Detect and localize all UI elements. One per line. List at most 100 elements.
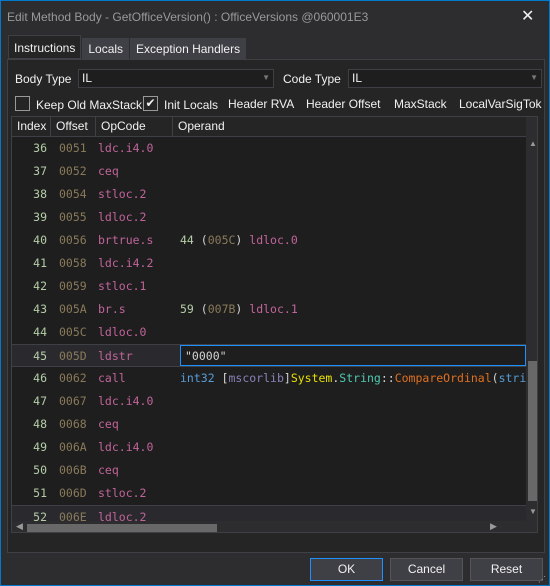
row-index: 47 [33,394,47,408]
window-title: Edit Method Body - GetOfficeVersion() : … [7,10,369,24]
maxstack-label[interactable]: MaxStack [394,97,447,111]
scroll-down-icon[interactable]: ▼ [529,507,537,516]
header-offset-label[interactable]: Header Offset [306,97,380,111]
table-row[interactable]: 50 006B ceq [12,459,526,482]
tab-locals[interactable]: Locals [82,38,130,59]
row-opcode: stloc.2 [98,187,147,201]
row-index: 42 [33,279,47,293]
column-opcode[interactable]: OpCode [96,117,173,137]
row-operand: "0000" [185,349,227,363]
row-opcode: ldloc.2 [98,210,147,224]
checkmark-icon: ✔ [145,96,156,110]
table-row[interactable]: 40 0056 brtrue.s 44 (005C) ldloc.0 [12,229,526,252]
operand-token: ( [200,302,208,316]
row-offset: 005A [59,302,87,316]
row-offset: 0067 [59,394,87,408]
tab-exception-handlers[interactable]: Exception Handlers [130,38,247,59]
row-opcode: stloc.1 [98,279,147,293]
table-row[interactable]: 38 0054 stloc.2 [12,183,526,206]
row-index: 50 [33,463,47,477]
horizontal-scrollbar[interactable]: ◀ ▶ [12,521,526,532]
init-locals-checkbox[interactable]: ✔ [143,96,158,111]
localvarsigtok-label[interactable]: LocalVarSigTok [459,97,542,111]
operand-token: ] [283,371,291,385]
table-row[interactable]: 51 006D stloc.2 [12,482,526,505]
table-row[interactable]: 42 0059 stloc.1 [12,275,526,298]
table-row[interactable]: 36 0051 ldc.i4.0 [12,137,526,160]
operand-token: ( [491,371,499,385]
operand-token: 44 [180,233,201,247]
body-type-label: Body Type [15,72,72,86]
keep-old-maxstack-label: Keep Old MaxStack [36,98,143,112]
table-row[interactable]: 49 006A ldc.i4.0 [12,436,526,459]
row-index: 49 [33,440,47,454]
column-operand[interactable]: Operand [173,117,526,137]
row-offset: 0062 [59,371,87,385]
reset-button[interactable]: Reset [470,558,543,581]
scrollbar-thumb[interactable] [528,361,537,501]
row-operand: 44 (005C) ldloc.0 [180,233,298,247]
tab-instructions[interactable]: Instructions [8,35,82,59]
operand-token: :: [380,371,395,385]
body-type-value: IL [82,71,93,85]
row-index: 37 [33,164,47,178]
row-opcode: ldloc.0 [98,325,147,339]
init-locals-label: Init Locals [164,98,219,112]
operand-token: 007B [207,302,236,316]
scroll-up-icon[interactable]: ▲ [529,139,537,148]
instructions-grid: Index Offset OpCode Operand 36 0051 ldc.i4… [11,116,538,533]
body-type-select[interactable]: IL ▼ [78,69,274,88]
row-offset: 005C [59,325,87,339]
row-operand: int32 [mscorlib]System.String::CompareOr… [180,371,526,385]
table-row[interactable]: 45 005D ldstr "0000" [12,344,526,367]
row-opcode: ldc.i4.0 [98,394,154,408]
table-row[interactable]: 44 005C ldloc.0 [12,321,526,344]
row-opcode: ceq [98,417,119,431]
keep-old-maxstack-checkbox[interactable] [15,96,30,111]
operand-edit-input[interactable]: "0000" [180,345,526,366]
row-offset: 0058 [59,256,87,270]
operand-token: ( [200,233,208,247]
row-opcode: ldc.i4.0 [98,440,154,454]
row-offset: 0055 [59,210,87,224]
row-index: 48 [33,417,47,431]
cancel-button[interactable]: Cancel [390,558,463,581]
row-offset: 005D [59,349,87,363]
chevron-down-icon: ▼ [530,73,538,82]
row-offset: 006A [59,440,87,454]
hscrollbar-thumb[interactable] [27,524,217,532]
operand-token: System [290,371,333,385]
row-offset: 006B [59,463,87,477]
table-row[interactable]: 37 0052 ceq [12,160,526,183]
table-row[interactable]: 43 005A br.s 59 (007B) ldloc.1 [12,298,526,321]
header-rva-label[interactable]: Header RVA [228,97,294,111]
code-type-select[interactable]: IL ▼ [348,69,542,88]
column-index[interactable]: Index [12,117,51,137]
row-index: 41 [33,256,47,270]
table-row[interactable]: 48 0068 ceq [12,413,526,436]
row-offset: 0068 [59,417,87,431]
row-opcode: call [98,371,126,385]
vertical-scrollbar[interactable]: ▲ ▼ [526,117,537,532]
row-index: 51 [33,486,47,500]
ok-button[interactable]: OK [310,558,383,581]
edit-method-body-dialog: Edit Method Body - GetOfficeVersion() : … [0,0,550,586]
resize-grip-icon[interactable]: ⋰ [538,575,546,584]
table-row[interactable]: 39 0055 ldloc.2 [12,206,526,229]
row-opcode: ldc.i4.0 [98,141,154,155]
table-row[interactable]: 46 0062 call int32 [mscorlib]System.String:… [12,367,526,390]
operand-token: 005C [207,233,236,247]
row-index: 45 [33,349,47,363]
column-offset[interactable]: Offset [51,117,96,137]
row-opcode: ldc.i4.2 [98,256,154,270]
table-row[interactable]: 47 0067 ldc.i4.0 [12,390,526,413]
scroll-right-icon[interactable]: ▶ [490,521,497,532]
close-icon[interactable]: ✕ [521,6,534,26]
row-operand: 59 (007B) ldloc.1 [180,302,298,316]
row-opcode: stloc.2 [98,486,147,500]
scroll-left-icon[interactable]: ◀ [16,521,23,532]
operand-token: ) [235,302,250,316]
table-row[interactable]: 41 0058 ldc.i4.2 [12,252,526,275]
grid-header: Index Offset OpCode Operand [12,117,526,137]
row-index: 40 [33,233,47,247]
